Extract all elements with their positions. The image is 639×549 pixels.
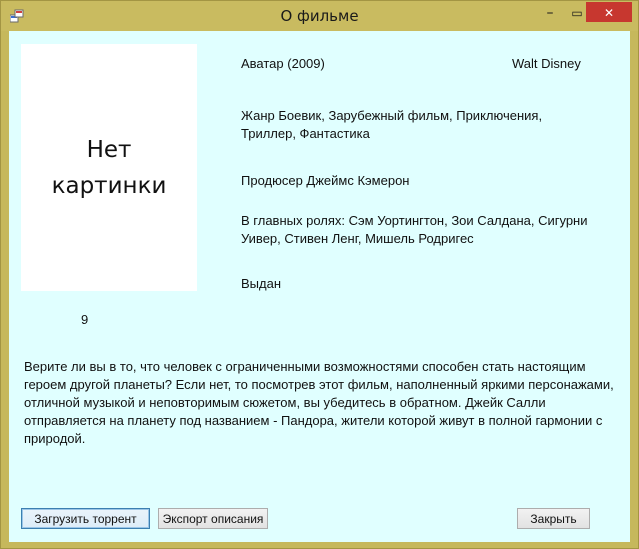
status-label: Выдан <box>241 276 282 291</box>
title-bar[interactable]: О фильме – ▭ ✕ <box>1 1 638 31</box>
producer-label: Продюсер Джеймс Кэмерон <box>241 173 410 188</box>
poster-placeholder-text: Нет картинки <box>51 136 167 199</box>
close-window-button[interactable]: ✕ <box>586 2 632 22</box>
minimize-icon: – <box>546 5 554 21</box>
download-torrent-button[interactable]: Загрузить торрент <box>21 508 150 529</box>
rating-label: 9 <box>81 312 89 327</box>
close-icon: ✕ <box>603 6 615 20</box>
maximize-icon: ▭ <box>571 6 583 20</box>
poster-image: Нет картинки <box>21 44 197 291</box>
film-title-label: Аватар (2009) <box>241 56 325 71</box>
minimize-button[interactable]: – <box>537 2 563 22</box>
close-button[interactable]: Закрыть <box>517 508 590 529</box>
description-text: Верите ли вы в то, что человек с огранич… <box>24 359 614 446</box>
studio-label: Walt Disney <box>512 56 581 71</box>
export-description-button[interactable]: Экспорт описания <box>158 508 268 529</box>
client-area: Нет картинки 9 Аватар (2009) Walt Disney… <box>9 31 630 542</box>
film-info-window: О фильме – ▭ ✕ Нет картинки 9 Аватар (20… <box>0 0 639 549</box>
genre-label: Жанр Боевик, Зарубежный фильм, Приключен… <box>241 108 543 141</box>
cast-label: В главных ролях: Сэм Уортингтон, Зои Сал… <box>241 213 588 246</box>
